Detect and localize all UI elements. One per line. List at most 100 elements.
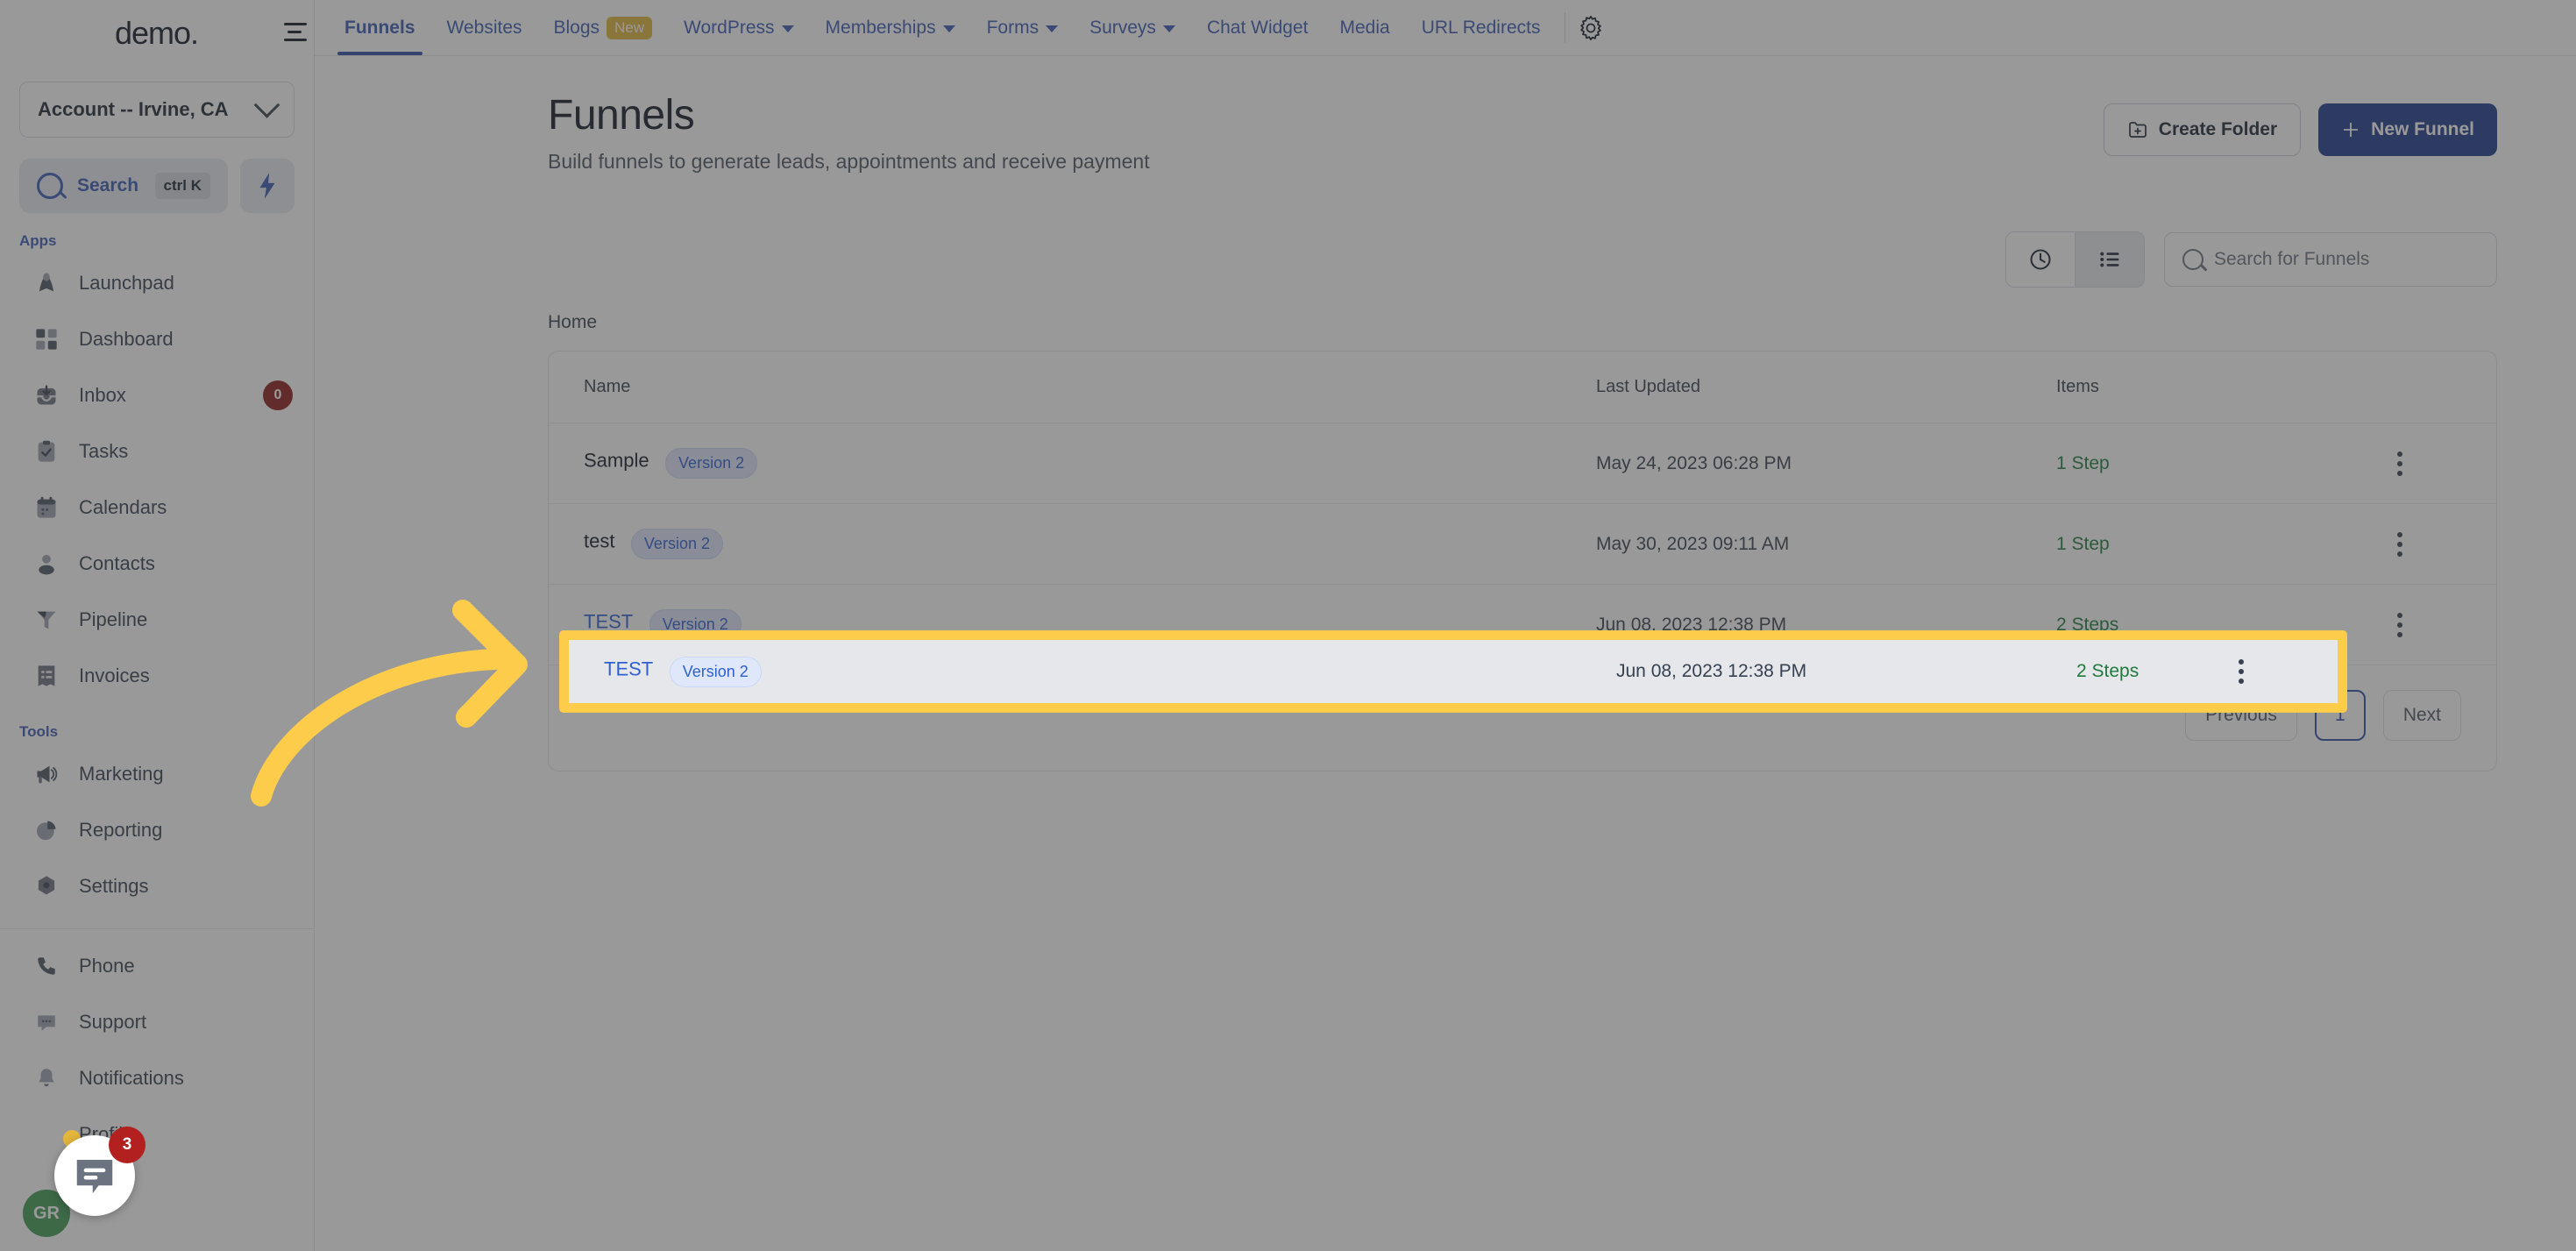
row-name-cell: test Version 2 [584, 529, 1596, 559]
search-icon [37, 173, 63, 199]
brand-name: demo [114, 14, 191, 51]
avatar-icon [33, 1121, 60, 1148]
tab-websites[interactable]: Websites [431, 0, 538, 55]
sidebar-item-label: Reporting [79, 819, 163, 841]
view-recent-button[interactable] [2006, 232, 2075, 287]
sidebar-item-support[interactable]: Support [0, 994, 314, 1050]
tab-surveys[interactable]: Surveys [1074, 0, 1191, 55]
row-menu-button[interactable] [2382, 608, 2461, 643]
sidebar-item-dashboard[interactable]: Dashboard [0, 311, 314, 367]
sidebar: demo. Account -- Irvine, CA Search ctrl … [0, 0, 315, 1251]
tab-label: Surveys [1089, 17, 1156, 38]
tab-forms[interactable]: Forms [971, 0, 1075, 55]
pagination-next[interactable]: Next [2382, 690, 2461, 741]
funnel-name[interactable]: TEST [584, 611, 633, 633]
sidebar-item-marketing[interactable]: Marketing [0, 746, 314, 802]
inbox-badge: 0 [263, 380, 293, 410]
funnels-toolbar: Search for Funnels [548, 231, 2497, 288]
tab-label: Blogs [553, 17, 600, 38]
sidebar-item-label: Support [79, 1011, 147, 1033]
new-funnel-button[interactable]: New Funnel [2318, 103, 2497, 156]
search-funnels-field[interactable]: Search for Funnels [2164, 232, 2497, 287]
tab-url-redirects[interactable]: URL Redirects [1406, 0, 1557, 55]
sidebar-item-profile[interactable]: Profile [0, 1106, 314, 1162]
sidebar-item-label: Calendars [79, 496, 167, 518]
sidebar-item-label: Tasks [79, 440, 129, 462]
sidebar-item-reporting[interactable]: Reporting [0, 802, 314, 858]
sidebar-item-phone[interactable]: Phone [0, 938, 314, 994]
sidebar-section-apps-label: Apps [19, 232, 57, 249]
tab-label: Funnels [344, 17, 415, 38]
sidebar-item-tasks[interactable]: Tasks [0, 423, 314, 480]
sidebar-item-launchpad[interactable]: Launchpad [0, 255, 314, 311]
sidebar-item-settings[interactable]: Settings [0, 858, 314, 914]
nav-tabs: Funnels Websites Blogs New WordPress Mem… [315, 0, 1614, 55]
gear-icon [1580, 15, 1602, 40]
search-funnels-placeholder: Search for Funnels [2214, 249, 2370, 269]
sidebar-item-pipeline[interactable]: Pipeline [0, 592, 314, 648]
sidebar-item-inbox[interactable]: Inbox 0 [0, 367, 314, 423]
tab-memberships[interactable]: Memberships [810, 0, 971, 55]
kebab-menu-icon [2224, 654, 2259, 689]
tab-chat-widget[interactable]: Chat Widget [1191, 0, 1324, 55]
page-header-actions: Create Folder New Funnel [2103, 91, 2497, 156]
version-badge: Version 2 [665, 448, 758, 479]
sidebar-item-notifications[interactable]: Notifications [0, 1050, 314, 1106]
sidebar-item-contacts[interactable]: Contacts [0, 536, 314, 592]
row-menu-button[interactable] [2224, 654, 2303, 689]
funnel-name[interactable]: test [584, 530, 614, 552]
row-menu-button[interactable] [2382, 446, 2461, 481]
sidebar-item-label: Launchpad [79, 272, 174, 294]
table-row[interactable]: Sample Version 2 May 24, 2023 06:28 PM 1… [549, 423, 2496, 504]
inbox-icon [33, 382, 60, 409]
column-header-items: Items [2056, 377, 2099, 396]
lightning-bolt-icon [259, 173, 275, 199]
folder-plus-icon [2128, 122, 2147, 138]
sidebar-item-invoices[interactable]: Invoices [0, 648, 314, 704]
row-menu-button[interactable] [2382, 527, 2461, 562]
page-subtitle: Build funnels to generate leads, appoint… [548, 150, 1150, 173]
tab-blogs[interactable]: Blogs New [538, 0, 669, 55]
pie-chart-icon [33, 817, 60, 843]
version-badge: Version 2 [630, 529, 723, 559]
search-shortcut-kbd: ctrl K [154, 173, 210, 199]
funnel-name[interactable]: TEST [604, 657, 653, 679]
create-folder-button[interactable]: Create Folder [2103, 103, 2302, 156]
table-row[interactable]: test Version 2 May 30, 2023 09:11 AM 1 S… [549, 504, 2496, 585]
tab-media[interactable]: Media [1324, 0, 1406, 55]
kebab-menu-icon [2382, 446, 2417, 481]
view-toggle [2005, 231, 2145, 288]
column-header-name: Name [584, 377, 631, 396]
chevron-down-icon [781, 25, 794, 32]
list-icon [2100, 252, 2119, 267]
global-search-button[interactable]: Search ctrl K [19, 159, 228, 213]
app-root: demo. Account -- Irvine, CA Search ctrl … [0, 0, 2576, 1251]
kebab-menu-icon [2382, 608, 2417, 643]
chevron-down-icon [1162, 25, 1175, 32]
row-items: 2 Steps [2076, 661, 2140, 681]
row-last-updated: May 30, 2023 09:11 AM [1596, 533, 1790, 554]
bell-icon [33, 1065, 60, 1091]
sidebar-search-row: Search ctrl K [19, 159, 295, 213]
highlighted-row[interactable]: TEST Version 2 Jun 08, 2023 12:38 PM 2 S… [569, 640, 2338, 703]
account-selector[interactable]: Account -- Irvine, CA [19, 82, 295, 138]
sidebar-item-label: Settings [79, 875, 149, 897]
chevron-down-icon [1046, 25, 1059, 32]
breadcrumb[interactable]: Home [548, 312, 2497, 333]
tab-funnels[interactable]: Funnels [329, 0, 431, 55]
row-name-cell: Sample Version 2 [584, 448, 1596, 479]
quick-actions-button[interactable] [240, 159, 295, 213]
tab-label: Memberships [825, 17, 936, 38]
view-list-button[interactable] [2076, 232, 2144, 287]
brand-dot: . [190, 14, 200, 51]
column-header-last-updated: Last Updated [1596, 377, 1700, 396]
nav-settings-button[interactable] [1578, 0, 1614, 55]
tab-wordpress[interactable]: WordPress [668, 0, 809, 55]
menu-collapse-icon[interactable] [280, 23, 307, 42]
sidebar-item-calendars[interactable]: Calendars [0, 480, 314, 536]
funnel-name[interactable]: Sample [584, 450, 649, 472]
new-funnel-label: New Funnel [2371, 119, 2474, 139]
gear-icon [33, 873, 60, 899]
grid-icon [33, 326, 60, 352]
invoice-icon [33, 663, 60, 689]
